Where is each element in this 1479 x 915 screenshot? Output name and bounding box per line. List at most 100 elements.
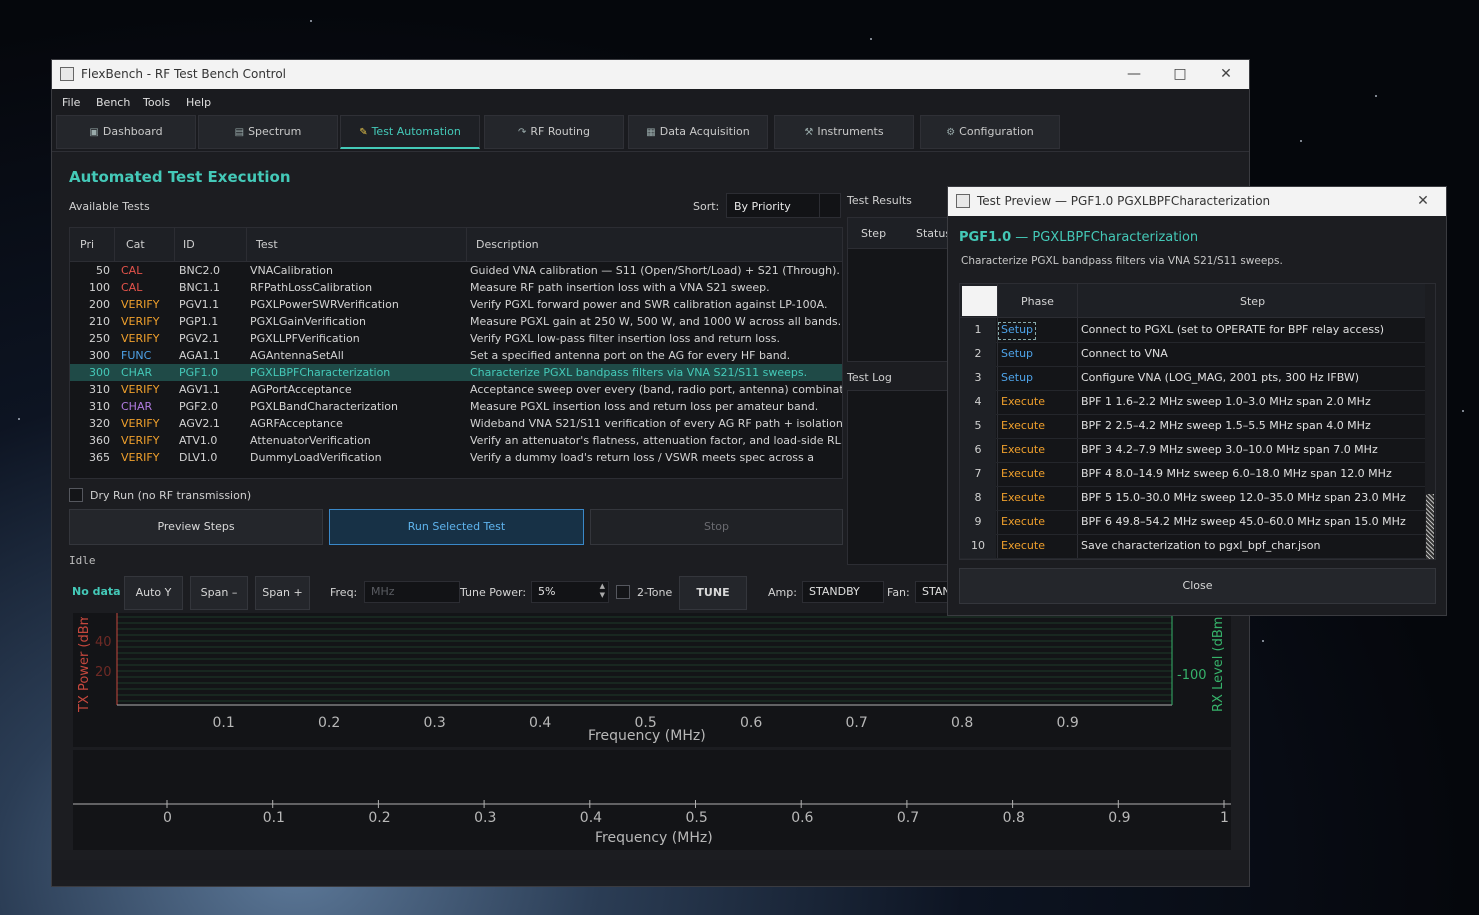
table-row[interactable]: 100 CAL BNC1.1 RFPathLossCalibration Measure…: [70, 279, 842, 296]
step-row[interactable]: 2 Setup Connect to VNA: [960, 342, 1426, 367]
step-number: 8: [960, 486, 996, 510]
tab-spectrum[interactable]: ▤ Spectrum: [198, 115, 338, 149]
close-button[interactable]: Close: [959, 568, 1436, 604]
freq-input[interactable]: MHz: [364, 581, 460, 603]
row-cat: CAL: [121, 264, 143, 277]
tab-configuration[interactable]: ⚙ Configuration: [920, 115, 1060, 149]
available-tests-label: Available Tests: [69, 200, 150, 213]
row-id: PGF1.0: [179, 366, 218, 379]
col-description[interactable]: Description: [476, 238, 539, 251]
menu-tools[interactable]: Tools: [143, 96, 170, 109]
table-row[interactable]: 250 VERIFY PGV2.1 PGXLLPFVerification Verify…: [70, 330, 842, 347]
step-row[interactable]: 6 Execute BPF 3 4.2–7.9 MHz sweep 3.0–10.0…: [960, 438, 1426, 463]
x-tick: 0.5: [685, 810, 708, 826]
col-phase[interactable]: Phase: [1021, 295, 1054, 308]
tune-button[interactable]: TUNE: [679, 576, 747, 610]
row-id: PGF2.0: [179, 400, 218, 413]
step-row[interactable]: 10 Execute Save characterization to pgxl_b…: [960, 534, 1426, 559]
tab-rf-routing[interactable]: ↷ RF Routing: [484, 115, 624, 149]
table-row[interactable]: 50 CAL BNC2.0 VNACalibration Guided VNA cali…: [70, 262, 842, 279]
row-id: AGV1.1: [179, 383, 220, 396]
tab-dashboard[interactable]: ▣ Dashboard: [56, 115, 196, 149]
two-tone-checkbox[interactable]: [616, 585, 630, 599]
row-cat: VERIFY: [121, 417, 160, 430]
table-row[interactable]: 300 FUNC AGA1.1 AGAntennaSetAll Set a specif…: [70, 347, 842, 364]
step-row[interactable]: 7 Execute BPF 4 8.0–14.9 MHz sweep 6.0–18.…: [960, 462, 1426, 487]
tab-instruments[interactable]: ⚒ Instruments: [774, 115, 914, 149]
auto-y-button[interactable]: Auto Y: [124, 576, 183, 610]
row-test: AGPortAcceptance: [250, 383, 352, 396]
table-row[interactable]: 310 VERIFY AGV1.1 AGPortAcceptance Acceptanc…: [70, 381, 842, 398]
step-phase: Execute: [1001, 443, 1045, 456]
row-id: BNC1.1: [179, 281, 220, 294]
test-results-table: Step Status: [847, 217, 957, 362]
corner-button[interactable]: [962, 286, 998, 316]
col-status[interactable]: Status: [916, 227, 951, 240]
waterfall-plot[interactable]: 0 0.1 0.2 0.3 0.4 0.5 0.6 0.7 0.8 0.9 1 Frequency …: [73, 750, 1231, 850]
close-window-button[interactable]: ✕: [1203, 60, 1249, 89]
col-id[interactable]: ID: [183, 238, 195, 251]
y-axis-left-label: TX Power (dBm): [77, 617, 91, 712]
spin-arrows-icon[interactable]: ▲ ▼: [600, 582, 605, 600]
step-row[interactable]: 4 Execute BPF 1 1.6–2.2 MHz sweep 1.0–3.0 …: [960, 390, 1426, 415]
amp-status-field: STANDBY: [802, 581, 884, 603]
col-test[interactable]: Test: [256, 238, 278, 251]
scroll-thumb[interactable]: [1426, 494, 1434, 559]
spectrum-plot[interactable]: TX Power (dBm) 40 20 -100 RX Level (dBm)…: [73, 613, 1231, 747]
steps-table: Phase Step 1 Setup Connect to PGXL (set to…: [959, 283, 1436, 560]
step-row[interactable]: 1 Setup Connect to PGXL (set to OPERATE fo…: [960, 318, 1426, 343]
dry-run-checkbox[interactable]: [69, 488, 83, 502]
test-log-area[interactable]: [847, 390, 957, 565]
step-row[interactable]: 3 Setup Configure VNA (LOG_MAG, 2001 pts, …: [960, 366, 1426, 391]
close-dialog-icon[interactable]: ✕: [1400, 187, 1446, 216]
menu-bench[interactable]: Bench: [96, 96, 130, 109]
dialog-title-bar[interactable]: Test Preview — PGF1.0 PGXLBPFCharacteriz…: [948, 187, 1446, 216]
tab-label: Configuration: [959, 125, 1034, 138]
table-row[interactable]: 320 VERIFY AGV2.1 AGRFAcceptance Wideband VN…: [70, 415, 842, 432]
menu-file[interactable]: File: [62, 96, 80, 109]
sort-select[interactable]: By Priority: [726, 193, 841, 218]
span-minus-button[interactable]: Span –: [190, 576, 248, 610]
col-cat[interactable]: Cat: [126, 238, 145, 251]
span-plus-button[interactable]: Span +: [255, 576, 310, 610]
step-row[interactable]: 5 Execute BPF 2 2.5–4.2 MHz sweep 1.5–5.5 …: [960, 414, 1426, 439]
menu-bar: File Bench Tools Help: [52, 89, 1249, 114]
tab-data-acquisition[interactable]: ▦ Data Acquisition: [628, 115, 768, 149]
tune-power-value: 5%: [538, 585, 556, 598]
row-id: AGV2.1: [179, 417, 220, 430]
row-description: Acceptance sweep over every (band, radio…: [470, 383, 843, 396]
x-axis-label: Frequency (MHz): [588, 728, 706, 744]
table-row[interactable]: 210 VERIFY PGP1.1 PGXLGainVerification Measu…: [70, 313, 842, 330]
status-bar: [52, 860, 1249, 880]
row-test: PGXLGainVerification: [250, 315, 366, 328]
preview-steps-button[interactable]: Preview Steps: [69, 509, 323, 545]
col-step[interactable]: Step: [861, 227, 886, 240]
menu-help[interactable]: Help: [186, 96, 211, 109]
minimize-button[interactable]: —: [1111, 60, 1157, 89]
table-row[interactable]: 365 VERIFY DLV1.0 DummyLoadVerification Veri…: [70, 449, 842, 466]
row-cat: VERIFY: [121, 434, 160, 447]
tab-test-automation[interactable]: ✎ Test Automation: [340, 115, 480, 149]
row-cat: VERIFY: [121, 383, 160, 396]
tune-power-spinbox[interactable]: 5% ▲ ▼: [531, 581, 609, 603]
step-phase: Execute: [1001, 491, 1045, 504]
col-pri[interactable]: Pri: [80, 238, 94, 251]
steps-scrollbar[interactable]: [1425, 284, 1435, 559]
pencil-icon: ✎: [359, 127, 368, 138]
step-row[interactable]: 9 Execute BPF 6 49.8–54.2 MHz sweep 45.0–6…: [960, 510, 1426, 535]
title-bar[interactable]: FlexBench - RF Test Bench Control — □ ✕: [52, 60, 1249, 89]
stop-button[interactable]: Stop: [590, 509, 843, 545]
test-preview-dialog: Test Preview — PGF1.0 PGXLBPFCharacteriz…: [947, 186, 1447, 616]
row-pri: 210: [89, 315, 110, 328]
table-row[interactable]: 200 VERIFY PGV1.1 PGXLPowerSWRVerification V…: [70, 296, 842, 313]
maximize-button[interactable]: □: [1157, 60, 1203, 89]
step-row[interactable]: 8 Execute BPF 5 15.0–30.0 MHz sweep 12.0–3…: [960, 486, 1426, 511]
table-row[interactable]: 300 CHAR PGF1.0 PGXLBPFCharacterization Char…: [70, 364, 842, 381]
row-description: Characterize PGXL bandpass filters via V…: [470, 366, 808, 379]
wrench-icon: ⚒: [804, 127, 814, 138]
table-row[interactable]: 360 VERIFY ATV1.0 AttenuatorVerification Ver…: [70, 432, 842, 449]
col-step[interactable]: Step: [1240, 295, 1265, 308]
table-row[interactable]: 310 CHAR PGF2.0 PGXLBandCharacterization Mea…: [70, 398, 842, 415]
step-description: Connect to PGXL (set to OPERATE for BPF …: [1081, 323, 1385, 336]
run-selected-test-button[interactable]: Run Selected Test: [329, 509, 584, 545]
